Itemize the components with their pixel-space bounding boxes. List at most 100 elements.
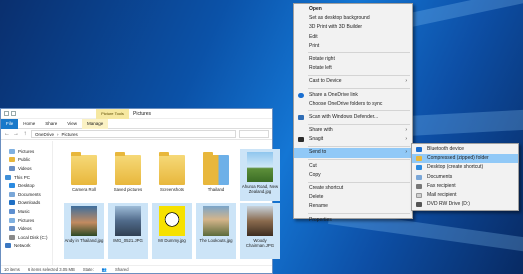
menu-item-print[interactable]: Print xyxy=(294,42,412,51)
drive-icon xyxy=(9,234,15,240)
dvd-drive-icon xyxy=(416,202,422,208)
search-input[interactable] xyxy=(239,130,269,138)
send-to-mail[interactable]: Mail recipient xyxy=(412,191,518,200)
ribbon-context-tab: Picture Tools xyxy=(96,109,129,119)
nav-item-music[interactable]: Music xyxy=(1,207,52,216)
back-arrow-icon[interactable]: ← xyxy=(4,131,10,137)
nav-item-this-pc[interactable]: This PC xyxy=(1,173,52,182)
send-to-dvd-drive[interactable]: DVD RW Drive (D:) xyxy=(412,200,518,209)
pictures-icon xyxy=(9,148,15,154)
up-arrow-icon[interactable]: ↑ xyxy=(22,131,28,137)
menu-separator xyxy=(308,88,410,89)
send-to-bluetooth[interactable]: Bluetooth device xyxy=(412,145,518,154)
menu-item-cast-to-device[interactable]: Cast to Device › xyxy=(294,77,412,86)
address-bar[interactable]: OneDrive › Pictures xyxy=(31,130,236,138)
folder-icon xyxy=(71,152,97,185)
sharing-label: State: xyxy=(82,267,94,272)
computer-icon xyxy=(5,174,11,180)
nav-item-pictures[interactable]: Pictures xyxy=(1,147,52,156)
menu-item-open[interactable]: Open xyxy=(294,5,412,14)
photo-thumbnail xyxy=(71,206,97,236)
list-item[interactable]: IMG_0521.JPG xyxy=(108,203,148,259)
menu-item-delete[interactable]: Delete xyxy=(294,193,412,202)
list-item[interactable]: The Lookouts.jpg xyxy=(196,203,236,259)
new-folder-icon[interactable] xyxy=(11,111,16,116)
tab-file[interactable]: File xyxy=(1,118,19,129)
list-item[interactable]: Thailand xyxy=(196,152,236,192)
menu-item-snagit[interactable]: Snagit › xyxy=(294,135,412,144)
ribbon-tabs: File Home Share View Manage xyxy=(1,118,272,129)
chevron-right-icon: › xyxy=(405,127,407,134)
send-to-compressed-folder[interactable]: Compressed (zipped) folder xyxy=(412,154,518,164)
menu-item-share-with[interactable]: Share with › xyxy=(294,126,412,135)
nav-item-desktop[interactable]: Desktop xyxy=(1,181,52,190)
zip-folder-icon xyxy=(416,156,422,162)
menu-item-copy[interactable]: Copy xyxy=(294,171,412,180)
photo-thumbnail xyxy=(247,206,273,236)
send-to-desktop[interactable]: Desktop (create shortcut) xyxy=(412,163,518,172)
nav-item-local-disk[interactable]: Local Disk (C:) xyxy=(1,233,52,242)
tab-manage[interactable]: Manage xyxy=(81,118,109,129)
list-item[interactable]: Screenshots xyxy=(152,152,192,192)
forward-arrow-icon[interactable]: → xyxy=(13,131,19,137)
list-item[interactable]: Camera Roll xyxy=(64,152,104,192)
documents-icon xyxy=(416,174,422,180)
network-icon xyxy=(5,243,11,249)
menu-item-edit[interactable]: Edit xyxy=(294,33,412,42)
tab-view[interactable]: View xyxy=(62,119,82,129)
properties-icon[interactable] xyxy=(4,111,9,116)
list-item[interactable]: Andy in Thailand.jpg xyxy=(64,203,104,259)
nav-item-public[interactable]: Public xyxy=(1,156,52,165)
chevron-right-icon: › xyxy=(405,78,407,85)
tab-home[interactable]: Home xyxy=(18,119,40,129)
photo-thumbnail xyxy=(159,206,185,236)
menu-item-cut[interactable]: Cut xyxy=(294,162,412,171)
menu-separator xyxy=(308,123,410,125)
folder-icon xyxy=(9,157,15,163)
nav-item-documents[interactable]: Documents xyxy=(1,190,52,199)
menu-item-create-shortcut[interactable]: Create shortcut xyxy=(294,184,412,193)
nav-item-videos-pc[interactable]: Videos xyxy=(1,224,52,233)
menu-item-rename[interactable]: Rename xyxy=(294,202,412,211)
file-explorer-window: Picture Tools Pictures File Home Share V… xyxy=(0,108,280,274)
menu-item-3d-print[interactable]: 3D Print with 3D Builder xyxy=(294,23,412,32)
menu-item-send-to[interactable]: Send to › xyxy=(294,148,412,158)
list-item[interactable]: Woody Chairman.JPG xyxy=(240,203,280,259)
menu-item-scan-defender[interactable]: Scan with Windows Defender... xyxy=(294,113,412,122)
send-to-fax[interactable]: Fax recipient xyxy=(412,182,518,191)
list-item[interactable]: Ahuroa Road, New Zealand.jpg xyxy=(240,149,280,201)
menu-item-share-onedrive-link[interactable]: Share a OneDrive link xyxy=(294,91,412,100)
folder-icon xyxy=(203,152,229,185)
fax-icon xyxy=(416,183,422,189)
menu-item-rotate-right[interactable]: Rotate right xyxy=(294,55,412,64)
context-menu: Open Set as desktop background 3D Print … xyxy=(293,3,413,223)
breadcrumb-pictures[interactable]: Pictures xyxy=(62,132,78,137)
menu-item-set-background[interactable]: Set as desktop background xyxy=(294,14,412,23)
videos-icon xyxy=(9,165,15,171)
menu-separator xyxy=(308,213,410,215)
photo-thumbnail xyxy=(203,206,229,236)
breadcrumb-onedrive[interactable]: OneDrive xyxy=(35,132,54,137)
window-title: Pictures xyxy=(133,111,152,117)
nav-item-network[interactable]: Network xyxy=(1,242,52,251)
menu-item-properties[interactable]: Properties xyxy=(294,216,412,225)
chevron-right-icon: › xyxy=(405,149,407,156)
nav-item-pictures-pc[interactable]: Pictures xyxy=(1,216,52,225)
menu-separator xyxy=(308,145,410,147)
pictures-icon xyxy=(9,217,15,223)
nav-item-downloads[interactable]: Downloads xyxy=(1,199,52,208)
menu-item-onedrive-sync[interactable]: Choose OneDrive folders to sync xyxy=(294,100,412,109)
tab-share[interactable]: Share xyxy=(40,119,62,129)
list-item[interactable]: Saved pictures xyxy=(108,152,148,192)
send-to-documents[interactable]: Documents xyxy=(412,173,518,182)
chevron-right-icon: › xyxy=(405,136,407,143)
mail-icon xyxy=(416,192,422,198)
nav-item-videos[interactable]: Videos xyxy=(1,164,52,173)
menu-item-rotate-left[interactable]: Rotate left xyxy=(294,64,412,73)
music-icon xyxy=(9,208,15,214)
quick-access-toolbar[interactable] xyxy=(4,111,16,116)
list-item[interactable]: Mr Dummy.jpg xyxy=(152,203,192,259)
item-count: 10 items xyxy=(4,267,20,272)
chevron-right-icon: › xyxy=(57,131,59,137)
menu-separator xyxy=(308,110,410,112)
